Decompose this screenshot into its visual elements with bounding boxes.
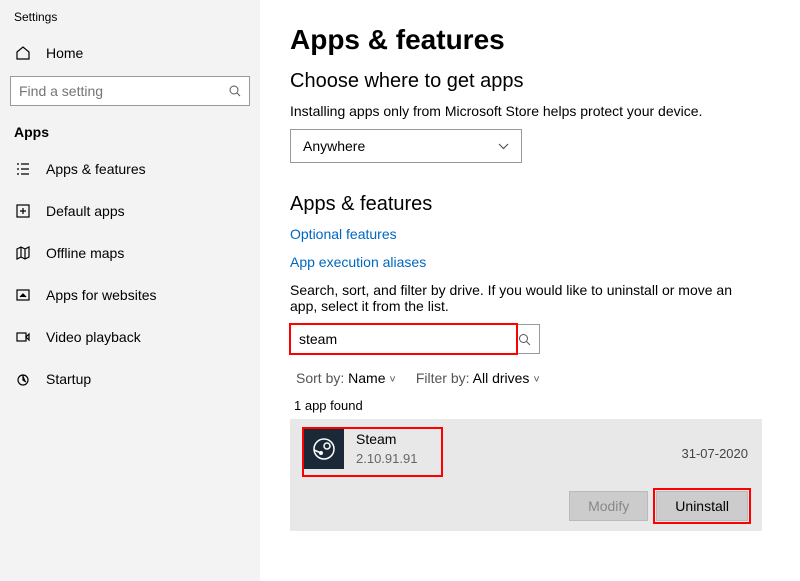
section-label: Apps (0, 118, 260, 148)
main-content: Apps & features Choose where to get apps… (260, 0, 800, 581)
uninstall-button[interactable]: Uninstall (656, 491, 748, 521)
home-icon (14, 44, 32, 62)
dropdown-value: Anywhere (303, 138, 365, 154)
defaults-icon (14, 202, 32, 220)
map-icon (14, 244, 32, 262)
app-version: 2.10.91.91 (356, 451, 417, 466)
sidebar-item-apps-websites[interactable]: Apps for websites (0, 274, 260, 316)
search-icon (229, 85, 241, 97)
find-setting-search[interactable] (10, 76, 250, 106)
home-label: Home (46, 45, 83, 61)
filter-label: Filter by: (416, 370, 470, 386)
result-count: 1 app found (294, 398, 770, 413)
sidebar-item-offline-maps[interactable]: Offline maps (0, 232, 260, 274)
sidebar: Settings Home Apps Apps & features Defau… (0, 0, 260, 581)
find-setting-input[interactable] (19, 83, 229, 99)
nav-label: Apps for websites (46, 287, 157, 303)
home-button[interactable]: Home (0, 34, 260, 72)
search-icon (518, 333, 531, 346)
choose-description: Installing apps only from Microsoft Stor… (290, 103, 770, 119)
modify-button: Modify (569, 491, 648, 521)
app-search[interactable] (290, 324, 540, 354)
sidebar-item-apps-features[interactable]: Apps & features (0, 148, 260, 190)
app-date: 31-07-2020 (682, 446, 749, 461)
sidebar-item-startup[interactable]: Startup (0, 358, 260, 400)
sidebar-item-video-playback[interactable]: Video playback (0, 316, 260, 358)
nav-label: Apps & features (46, 161, 146, 177)
sidebar-item-default-apps[interactable]: Default apps (0, 190, 260, 232)
chevron-down-icon (498, 143, 509, 150)
chevron-down-icon: ˅ (533, 374, 539, 386)
choose-heading: Choose where to get apps (290, 70, 770, 93)
nav-label: Offline maps (46, 245, 124, 261)
app-source-dropdown[interactable]: Anywhere (290, 129, 522, 163)
sort-label: Sort by: (296, 370, 344, 386)
steam-icon (304, 429, 344, 469)
nav-label: Default apps (46, 203, 125, 219)
nav-label: Video playback (46, 329, 141, 345)
search-description: Search, sort, and filter by drive. If yo… (290, 282, 750, 314)
filter-by[interactable]: Filter by: All drives ˅ (416, 370, 540, 386)
nav-label: Startup (46, 371, 91, 387)
chevron-down-icon: ˅ (389, 374, 395, 386)
apps-section-heading: Apps & features (290, 193, 770, 216)
app-execution-aliases-link[interactable]: App execution aliases (290, 254, 770, 270)
app-search-input[interactable] (299, 331, 508, 347)
list-icon (14, 160, 32, 178)
app-name: Steam (356, 431, 417, 447)
filter-value: All drives (473, 370, 530, 386)
websites-icon (14, 286, 32, 304)
window-title: Settings (0, 8, 260, 34)
sort-filter-row: Sort by: Name ˅ Filter by: All drives ˅ (290, 366, 770, 398)
video-icon (14, 328, 32, 346)
sort-value: Name (348, 370, 385, 386)
app-row[interactable]: Steam 2.10.91.91 31-07-2020 Modify Unins… (290, 419, 762, 531)
optional-features-link[interactable]: Optional features (290, 226, 770, 242)
startup-icon (14, 370, 32, 388)
page-title: Apps & features (290, 24, 770, 56)
sort-by[interactable]: Sort by: Name ˅ (296, 370, 396, 386)
